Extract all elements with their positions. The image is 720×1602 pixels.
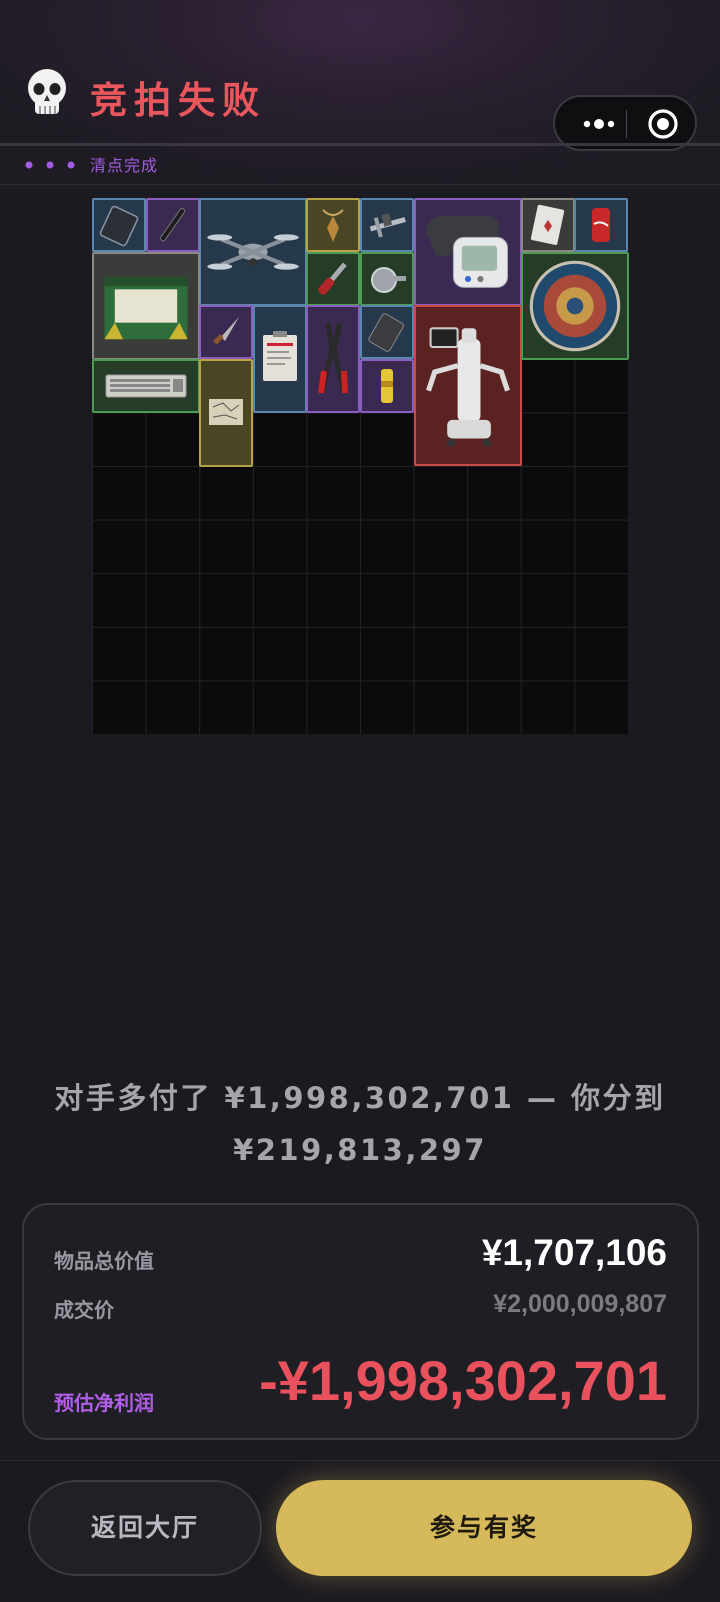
keyboard-item[interactable]: [92, 358, 200, 413]
back-to-lobby-button[interactable]: 返回大厅: [28, 1480, 262, 1576]
total-value-label: 物品总价值: [54, 1249, 154, 1273]
footer-divider: [0, 1460, 720, 1461]
shower-head-item[interactable]: [360, 251, 414, 306]
clipboard-item[interactable]: [252, 305, 307, 414]
settlement-card: 物品总价值 ¥1,707,106 成交价 ¥2,000,009,807 预估净利…: [22, 1203, 699, 1440]
page-title: 竞拍失败: [90, 79, 266, 122]
playing-card-item[interactable]: [520, 198, 575, 252]
result-summary: 对手多付了 ¥1,998,302,701 — 你分到 ¥219,813,297: [0, 1072, 720, 1176]
pen-item[interactable]: [145, 198, 200, 252]
energy-drink-item[interactable]: [360, 358, 414, 413]
hard-drive-item[interactable]: [92, 198, 146, 252]
bolt-cutter-item[interactable]: [306, 305, 361, 414]
inventory-grid: [92, 198, 629, 734]
deal-price-label: 成交价: [54, 1298, 114, 1322]
cola-can-item[interactable]: [574, 198, 629, 252]
net-profit-label: 预估净利润: [54, 1391, 154, 1415]
pendant-item[interactable]: [306, 198, 361, 252]
decorative-plate-item[interactable]: [520, 251, 629, 360]
status-dots-icon: [25, 161, 75, 169]
power-bank-item[interactable]: [360, 305, 414, 360]
deal-price-value: ¥2,000,009,807: [493, 1290, 667, 1318]
net-profit-value: -¥1,998,302,701: [259, 1349, 667, 1412]
candle-box-item[interactable]: [92, 251, 200, 360]
capsule-divider: [626, 110, 627, 138]
status-divider: [0, 184, 720, 185]
join-reward-button[interactable]: 参与有奖: [276, 1480, 692, 1576]
blood-pressure-monitor-item[interactable]: [413, 198, 522, 306]
summary-line-1: 对手多付了 ¥1,998,302,701 — 你分到: [54, 1081, 666, 1115]
dagger-item[interactable]: [199, 305, 254, 360]
status-text: 清点完成: [90, 156, 159, 175]
map-document-item[interactable]: [199, 358, 254, 467]
target-icon[interactable]: [635, 97, 691, 149]
robot-item[interactable]: [413, 305, 522, 467]
drone-item[interactable]: [199, 198, 308, 306]
caliper-item[interactable]: [360, 198, 414, 252]
header-divider: [0, 143, 720, 146]
total-value: ¥1,707,106: [481, 1232, 667, 1273]
more-dots-icon[interactable]: [577, 97, 625, 149]
summary-line-2: ¥219,813,297: [233, 1133, 487, 1167]
skull-icon: [28, 69, 66, 114]
screwdriver-item[interactable]: [306, 251, 361, 306]
